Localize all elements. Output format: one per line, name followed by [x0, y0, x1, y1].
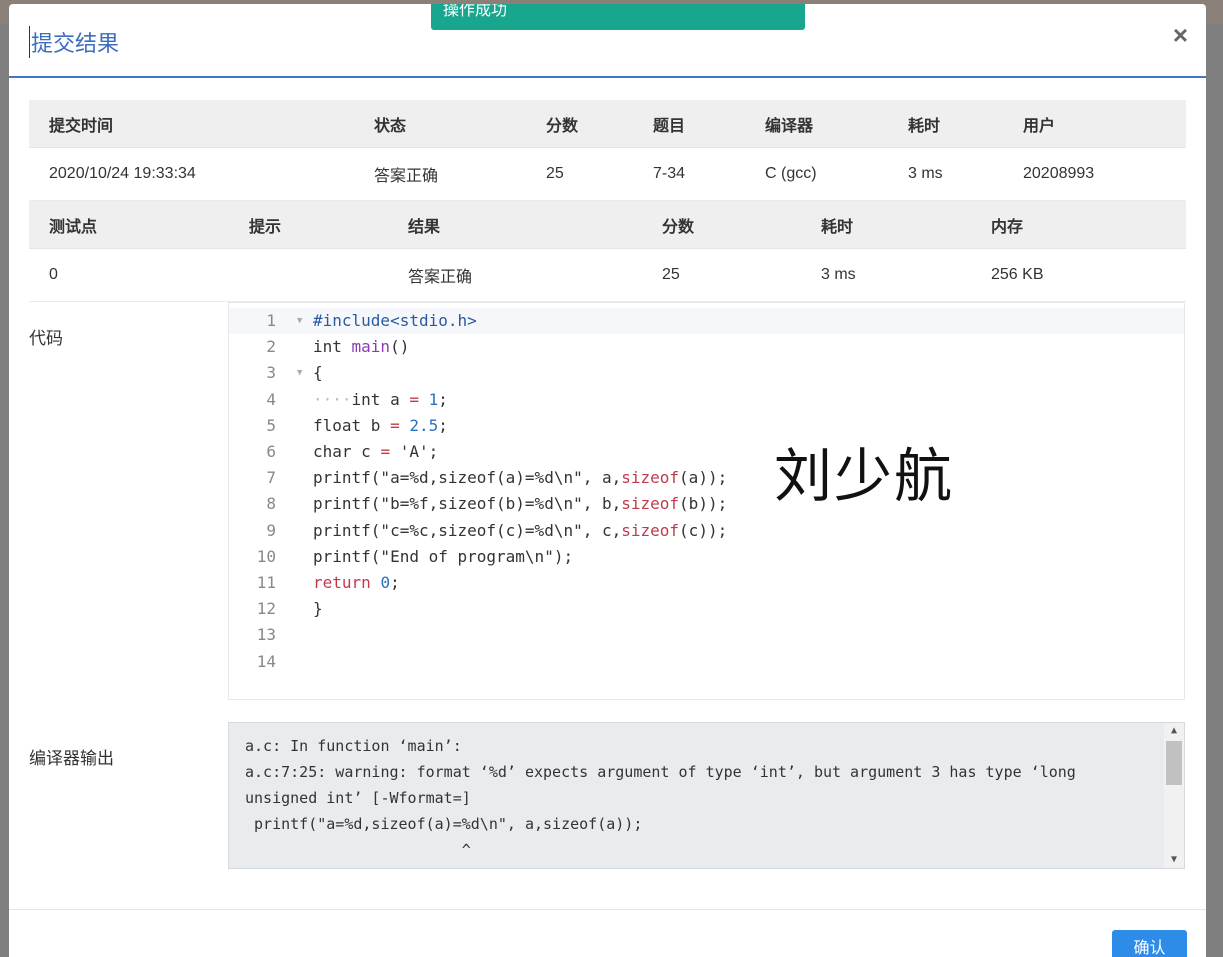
line-number: 7: [266, 468, 276, 488]
code-text: return 0;: [313, 573, 400, 592]
code-viewer[interactable]: 1 ▼ #include<stdio.h> 2 int main() 3 ▼ {4 ····in…: [228, 302, 1185, 700]
watermark-text: 刘少航: [774, 442, 955, 510]
header-compiler: 编译器: [745, 100, 888, 148]
header-testcase: 测试点: [29, 201, 229, 249]
header-time: 耗时: [801, 201, 971, 249]
line-number: 4: [266, 389, 276, 409]
line-number: 6: [266, 442, 276, 461]
code-line: 12}: [229, 596, 1184, 622]
code-text: ····int a = 1;: [313, 389, 448, 409]
line-number: 1: [266, 311, 276, 330]
code-line: 8 printf("b=%f,sizeof(b)=%d\n", b,sizeof(…: [229, 491, 1184, 517]
line-number: 11: [256, 573, 276, 592]
cell-memory: 256 KB: [971, 248, 1186, 302]
fold-toggle-icon[interactable]: ▼: [297, 308, 302, 334]
code-text: {: [313, 363, 323, 383]
line-number: 12: [256, 599, 276, 619]
header-submit-time: 提交时间: [29, 100, 354, 148]
header-score: 分数: [642, 201, 801, 249]
code-text: }: [313, 599, 323, 619]
line-number: 10: [256, 546, 276, 566]
header-result: 结果: [388, 201, 642, 249]
problem-link[interactable]: 7-34: [633, 147, 745, 201]
cell-testcase: 0: [29, 248, 229, 302]
code-line: 6 char c = 'A';: [229, 439, 1184, 465]
header-score: 分数: [526, 100, 633, 148]
cell-compiler: C (gcc): [745, 147, 888, 201]
status-badge: 答案正确: [354, 147, 526, 201]
code-line: 2 int main(): [229, 334, 1184, 360]
line-number: 5: [266, 415, 276, 435]
code-text: printf("a=%d,sizeof(a)=%d\n", a,sizeof(a…: [313, 468, 728, 488]
result-badge: 答案正确: [388, 248, 642, 302]
code-line: 9 printf("c=%c,sizeof(c)=%d\n", c,sizeof(…: [229, 518, 1184, 544]
code-text: int main(): [313, 337, 410, 357]
line-number: 13: [256, 625, 276, 645]
cell-score: 25: [526, 147, 633, 201]
scroll-down-icon[interactable]: ▼: [1164, 852, 1184, 868]
header-time: 耗时: [888, 100, 1003, 148]
code-label: 代码: [29, 329, 63, 348]
compiler-output-label: 编译器输出: [29, 749, 114, 768]
header-status: 状态: [354, 100, 526, 148]
code-line: 13: [229, 622, 1184, 648]
header-problem: 题目: [633, 100, 745, 148]
success-toast: 操作成功: [431, 4, 805, 30]
cell-score: 25: [642, 248, 801, 302]
line-number: 9: [266, 520, 276, 540]
scroll-thumb[interactable]: [1166, 741, 1182, 785]
compiler-output-text: a.c: In function ‘main’: a.c:7:25: warni…: [245, 737, 1076, 859]
code-line: 3 ▼ {: [229, 360, 1184, 386]
testcase-table: 测试点 提示 结果 分数 耗时 内存 0 答案正确 25 3 ms 256 KB: [29, 201, 1186, 302]
cell-user: 20208993: [1003, 147, 1186, 201]
submission-header-row: 提交时间 状态 分数 题目 编译器 耗时 用户: [29, 100, 1186, 148]
table-row: 2020/10/24 19:33:34 答案正确 25 7-34 C (gcc)…: [29, 147, 1186, 201]
header-user: 用户: [1003, 100, 1186, 148]
close-icon[interactable]: ×: [1173, 22, 1188, 48]
code-text: printf("End of program\n");: [313, 546, 574, 566]
submission-table: 提交时间 状态 分数 题目 编译器 耗时 用户 2020/10/24 19:33…: [29, 100, 1186, 201]
submission-result-dialog: 提交结果 × 操作成功 提交时间 状态 分数 题目 编译器 耗时 用户 2020…: [9, 4, 1206, 957]
line-number: 3: [266, 363, 276, 383]
confirm-button[interactable]: 确认: [1112, 930, 1187, 957]
code-line: 10 printf("End of program\n");: [229, 544, 1184, 570]
code-text: float b = 2.5;: [313, 415, 448, 435]
cell-time: 3 ms: [888, 147, 1003, 201]
header-memory: 内存: [971, 201, 1186, 249]
output-scrollbar[interactable]: ▲ ▼: [1164, 723, 1184, 868]
line-number: 2: [266, 337, 276, 357]
code-text: printf("c=%c,sizeof(c)=%d\n", c,sizeof(c…: [313, 520, 728, 540]
dialog-title: 提交结果: [29, 26, 119, 58]
code-line: 1 ▼ #include<stdio.h>: [229, 308, 1184, 334]
code-line: 4 ····int a = 1;: [229, 387, 1184, 413]
header-hint: 提示: [229, 201, 388, 249]
code-line: 14: [229, 649, 1184, 675]
code-line: 7 printf("a=%d,sizeof(a)=%d\n", a,sizeof(…: [229, 465, 1184, 491]
cell-hint: [229, 248, 388, 302]
fold-toggle-icon[interactable]: ▼: [297, 360, 302, 386]
footer-divider: [9, 909, 1206, 910]
code-line: 11 return 0;: [229, 570, 1184, 596]
cell-time: 3 ms: [801, 248, 971, 302]
testcase-header-row: 测试点 提示 结果 分数 耗时 内存: [29, 201, 1186, 249]
line-number: 14: [256, 651, 276, 671]
cell-submit-time: 2020/10/24 19:33:34: [29, 147, 354, 201]
code-text: char c = 'A';: [313, 442, 439, 461]
code-text: printf("b=%f,sizeof(b)=%d\n", b,sizeof(b…: [313, 494, 728, 514]
compiler-output-box[interactable]: a.c: In function ‘main’: a.c:7:25: warni…: [228, 722, 1185, 869]
scroll-up-icon[interactable]: ▲: [1164, 723, 1184, 739]
table-row: 0 答案正确 25 3 ms 256 KB: [29, 248, 1186, 302]
code-text: #include<stdio.h>: [313, 311, 477, 330]
line-number: 8: [266, 494, 276, 514]
code-line: 5 float b = 2.5;: [229, 413, 1184, 439]
